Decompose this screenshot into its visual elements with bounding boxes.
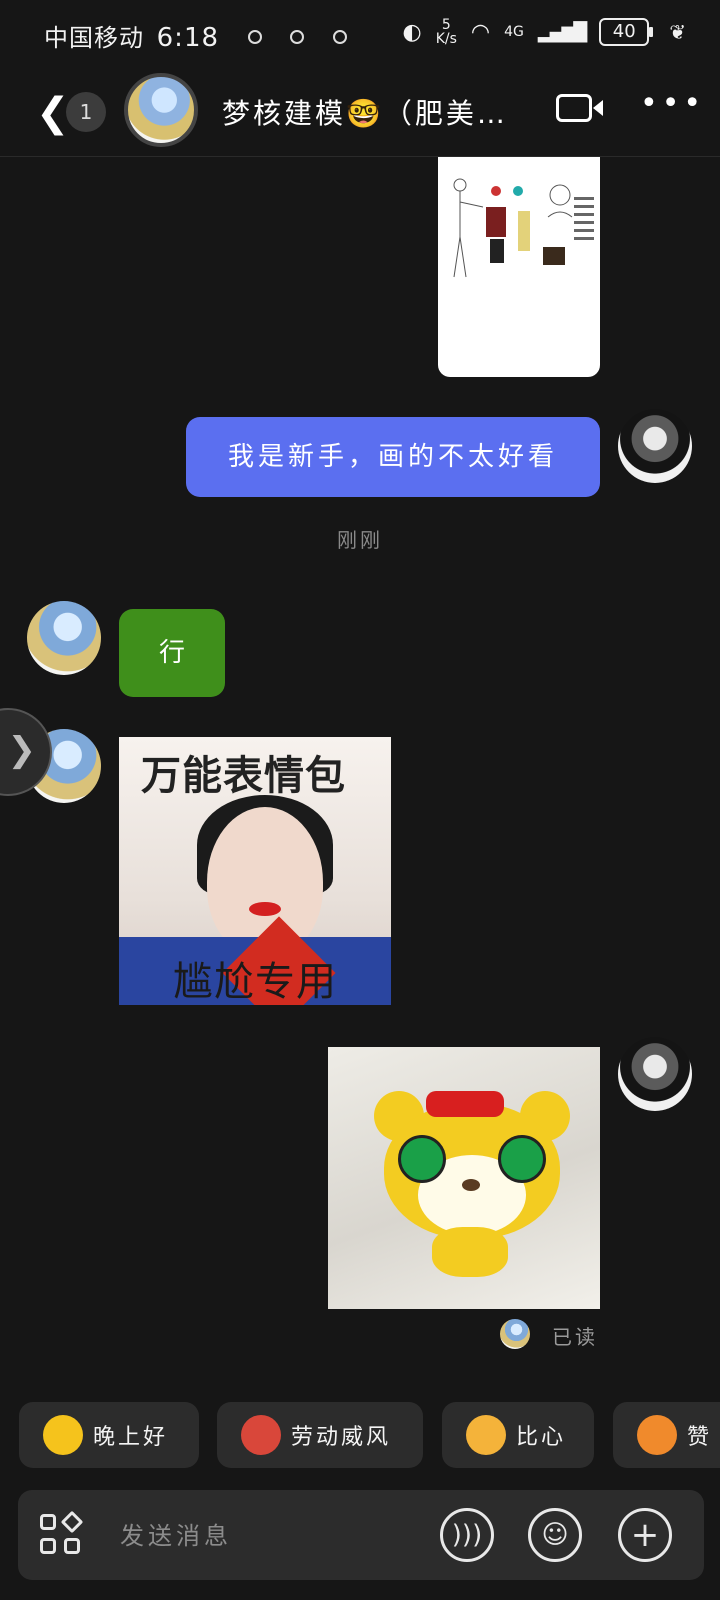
network-type: 4G [504,24,524,40]
star-face-emoji-icon [43,1415,83,1455]
message-timestamp: 刚刚 [337,528,383,552]
quick-reply-label: 晚上好 [93,1425,169,1450]
drum-emoji-icon [241,1415,281,1455]
quick-reply-label: 赞 [687,1425,713,1450]
wifi-icon: ◠ [470,19,491,45]
self-avatar[interactable] [618,1037,692,1111]
status-bar: 中国移动 6:18 ◐ 5 K/s ◠ 4G ▂▄▆█ 40 ❦ [0,0,720,70]
tiger-body [432,1227,508,1277]
quick-reply-chip[interactable]: 比心 [442,1402,594,1468]
quick-reply-chip[interactable]: 晚上好 [19,1402,199,1468]
message-input[interactable] [118,1510,422,1562]
message-composer: ))) ☺ + [18,1490,704,1580]
notification-icon [332,30,347,44]
meme-caption-bottom: 尴尬专用 [173,959,337,1005]
tiger-eye [398,1135,446,1183]
tiger-sticker-image[interactable] [328,1047,600,1309]
message-list[interactable]: 我是新手，画的不太好看 刚刚 行 万能表情包 尴尬专用 已读 [0,157,720,1367]
more-options-icon[interactable]: ••• [640,86,705,121]
tiger-nose [462,1179,480,1191]
signal-icon: ▂▄▆█ [537,21,587,43]
group-avatar[interactable] [124,73,198,147]
back-button[interactable]: ❮ [36,90,70,136]
tiger-crest [426,1091,504,1117]
chat-title[interactable]: 梦核建模🤓（肥美… [222,92,508,132]
shared-image-character-sheet[interactable] [438,157,600,377]
leaf-icon: ❦ [669,20,686,44]
notification-icon [247,30,262,44]
heart-hands-emoji-icon [466,1415,506,1455]
status-right: ◐ 5 K/s ◠ 4G ▂▄▆█ 40 ❦ [402,18,686,46]
net-speed-unit: K/s [435,31,457,47]
notification-icon [290,30,305,44]
quick-reply-label: 劳动威风 [291,1425,392,1450]
carrier-label: 中国移动 [44,24,144,52]
net-speed: 5 K/s [436,18,457,46]
quick-reply-bar[interactable]: 晚上好 劳动威风 比心 赞 [19,1402,720,1468]
contact-message-bubble[interactable]: 行 [119,609,225,697]
quick-reply-label: 比心 [516,1425,567,1450]
meme-sticker-image[interactable]: 万能表情包 尴尬专用 [119,737,391,1005]
clock: 6:18 [156,23,220,53]
sketch-thumbnail [453,178,594,278]
quick-reply-chip[interactable]: 赞 [613,1402,720,1468]
status-left: 中国移动 6:18 [44,18,347,53]
add-attachment-icon[interactable]: + [618,1508,672,1562]
meme-caption-top: 万能表情包 [141,753,346,799]
chat-header: ❮ 1 梦核建模🤓（肥美… ••• [0,70,720,157]
contact-avatar[interactable] [27,601,101,675]
emoji-picker-icon[interactable]: ☺ [528,1508,582,1562]
chevron-right-icon: ❯ [7,730,37,770]
battery-icon: 40 [599,18,654,46]
unread-count-badge[interactable]: 1 [66,92,106,132]
tiger-eye [498,1135,546,1183]
meme-figure-lips [249,902,281,916]
video-call-icon[interactable] [556,94,603,122]
self-message-bubble[interactable]: 我是新手，画的不太好看 [186,417,600,497]
quick-reply-chip[interactable]: 劳动威风 [217,1402,423,1468]
thumbs-up-emoji-icon [637,1415,677,1455]
read-receipt-avatar [500,1319,530,1349]
read-status: 已读 [552,1325,598,1349]
apps-grid-icon[interactable] [40,1510,86,1560]
voice-input-icon[interactable]: ))) [440,1508,494,1562]
hd-call-icon: ◐ [402,19,422,45]
self-avatar[interactable] [618,409,692,483]
